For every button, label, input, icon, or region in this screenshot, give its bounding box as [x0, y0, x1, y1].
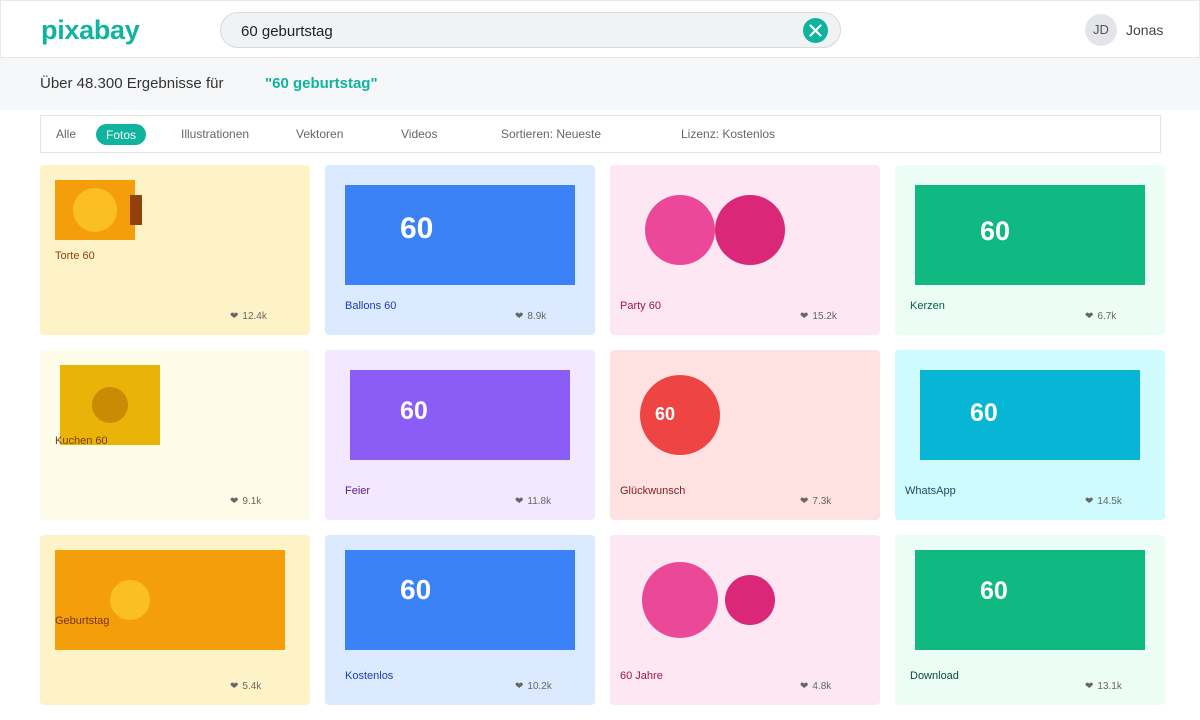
- user-name[interactable]: Jonas: [1126, 22, 1163, 38]
- card-likes[interactable]: ❤ 9.1k: [230, 496, 261, 507]
- card-label: Party 60: [620, 300, 661, 312]
- card-number: 60: [980, 577, 1008, 605]
- party-image: [350, 370, 570, 460]
- filter-illustrations[interactable]: Illustrationen: [181, 127, 249, 141]
- card-number: 60: [970, 399, 998, 427]
- image-card[interactable]: 60 Feier ❤ 11.8k: [325, 350, 595, 520]
- image-card[interactable]: Geburtstag ❤ 5.4k: [40, 535, 310, 705]
- card-likes[interactable]: ❤ 14.5k: [1085, 496, 1122, 507]
- heart-icon: ❤: [515, 496, 524, 507]
- balloon-shape: [725, 575, 775, 625]
- image-card[interactable]: Kuchen 60 ❤ 9.1k: [40, 350, 310, 520]
- image-card[interactable]: 60 Kostenlos ❤ 10.2k: [325, 535, 595, 705]
- image-card[interactable]: 60 Jahre ❤ 4.8k: [610, 535, 880, 705]
- avatar[interactable]: JD: [1085, 14, 1117, 46]
- card-number: 60: [655, 404, 676, 424]
- card-likes[interactable]: ❤ 10.2k: [515, 681, 552, 692]
- card-label: Glückwunsch: [620, 485, 686, 497]
- card-likes[interactable]: ❤ 8.9k: [515, 311, 546, 322]
- free-image: [345, 550, 575, 650]
- license-dropdown[interactable]: Lizenz: Kostenlos: [681, 127, 775, 141]
- filter-bar: Alle Fotos Illustrationen Vektoren Video…: [40, 115, 1161, 153]
- card-label: Feier: [345, 485, 371, 497]
- heart-icon: ❤: [515, 311, 524, 322]
- heart-icon: ❤: [800, 681, 809, 692]
- card-likes[interactable]: ❤ 6.7k: [1085, 311, 1116, 322]
- image-card[interactable]: 60 Download ❤ 13.1k: [895, 535, 1165, 705]
- heart-icon: ❤: [800, 496, 809, 507]
- pixabay-logo[interactable]: pixabay: [41, 15, 140, 46]
- birthday-image: [55, 550, 285, 650]
- search-input[interactable]: [241, 20, 801, 42]
- filter-all[interactable]: Alle: [56, 127, 76, 141]
- card-likes[interactable]: ❤ 4.8k: [800, 681, 831, 692]
- image-card[interactable]: 60 Glückwunsch ❤ 7.3k: [610, 350, 880, 520]
- heart-icon: ❤: [1085, 681, 1094, 692]
- card-likes[interactable]: ❤ 12.4k: [230, 311, 267, 322]
- card-likes[interactable]: ❤ 13.1k: [1085, 681, 1122, 692]
- cake-top-shape: [110, 580, 150, 620]
- heart-icon: ❤: [1085, 311, 1094, 322]
- top-header: pixabay JD Jonas: [0, 0, 1200, 58]
- card-label: Torte 60: [55, 250, 95, 262]
- balloon-shape: [642, 562, 718, 638]
- whatsapp-image: [920, 370, 1140, 460]
- card-number: 60: [400, 574, 432, 605]
- card-likes[interactable]: ❤ 5.4k: [230, 681, 261, 692]
- filter-videos[interactable]: Videos: [401, 127, 437, 141]
- balloon-shape: [640, 375, 720, 455]
- card-likes[interactable]: ❤ 7.3k: [800, 496, 831, 507]
- balloon-shape: [715, 195, 785, 265]
- card-label: Kerzen: [910, 300, 945, 312]
- card-likes[interactable]: ❤ 11.8k: [515, 496, 551, 507]
- clear-search-button[interactable]: [803, 18, 828, 43]
- heart-icon: ❤: [230, 681, 239, 692]
- search-bar[interactable]: [220, 12, 841, 48]
- image-card[interactable]: Torte 60 ❤ 12.4k: [40, 165, 310, 335]
- results-query: "60 geburtstag": [265, 75, 378, 92]
- heart-icon: ❤: [515, 681, 524, 692]
- card-number: 60: [980, 216, 1011, 246]
- filter-photos[interactable]: Fotos: [96, 124, 147, 145]
- sort-dropdown[interactable]: Sortieren: Neueste: [501, 127, 601, 141]
- card-likes[interactable]: ❤ 15.2k: [800, 311, 837, 322]
- image-card[interactable]: 60 WhatsApp ❤ 14.5k: [895, 350, 1165, 520]
- results-count: Über 48.300 Ergebnisse für: [40, 75, 224, 92]
- card-label: Download: [910, 670, 959, 682]
- card-label: Ballons 60: [345, 300, 397, 312]
- heart-icon: ❤: [800, 311, 809, 322]
- card-label: WhatsApp: [905, 485, 956, 497]
- close-icon: [809, 24, 822, 37]
- card-label: Kuchen 60: [55, 435, 108, 447]
- filter-vectors[interactable]: Vektoren: [296, 127, 343, 141]
- heart-icon: ❤: [230, 496, 239, 507]
- image-card[interactable]: Party 60 ❤ 15.2k: [610, 165, 880, 335]
- balloon-shape: [645, 195, 715, 265]
- image-card[interactable]: 60 Ballons 60 ❤ 8.9k: [325, 165, 595, 335]
- heart-icon: ❤: [230, 311, 239, 322]
- balloon-image: [345, 185, 575, 285]
- card-number: 60: [400, 212, 434, 245]
- results-bar: Über 48.300 Ergebnisse für "60 geburtsta…: [0, 58, 1200, 110]
- card-label: Geburtstag: [55, 615, 110, 627]
- download-image: [915, 550, 1145, 650]
- image-card[interactable]: 60 Kerzen ❤ 6.7k: [895, 165, 1165, 335]
- candles-image: [915, 185, 1145, 285]
- card-number: 60: [400, 397, 428, 425]
- candle-shape: [130, 195, 142, 225]
- cake-top-shape: [73, 188, 117, 232]
- cake-top-shape: [92, 387, 128, 423]
- heart-icon: ❤: [1085, 496, 1094, 507]
- card-label: 60 Jahre: [620, 670, 663, 682]
- card-label: Kostenlos: [345, 670, 394, 682]
